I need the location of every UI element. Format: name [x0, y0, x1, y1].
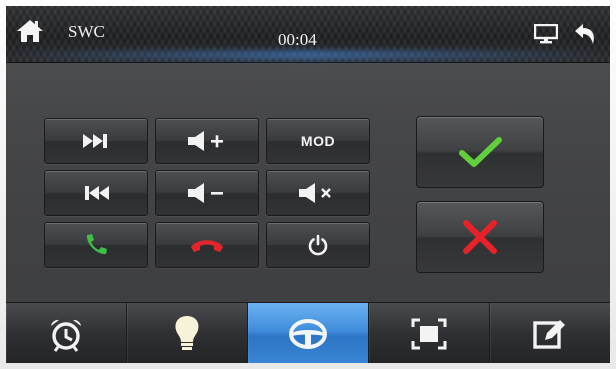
home-icon — [17, 20, 43, 42]
screen: SWC 00:04 MOD — [6, 6, 610, 363]
answer-call-icon — [86, 234, 107, 255]
status-bar: SWC 00:04 — [6, 6, 610, 63]
screen-icon — [533, 23, 559, 44]
screen-fit-icon — [411, 318, 447, 349]
cross-icon — [463, 220, 497, 254]
previous-track-button[interactable] — [44, 170, 148, 216]
page-title: SWC — [68, 22, 105, 41]
volume-down-button[interactable] — [155, 170, 259, 216]
tab-light[interactable] — [127, 303, 248, 363]
alarm-clock-icon — [51, 319, 81, 352]
cancel-button[interactable] — [416, 201, 544, 273]
home-button[interactable] — [16, 18, 44, 44]
confirm-button[interactable] — [416, 116, 544, 188]
previous-track-icon — [85, 186, 109, 200]
hang-up-icon — [191, 240, 223, 252]
next-track-button[interactable] — [44, 118, 148, 164]
mod-label: MOD — [300, 133, 336, 149]
back-button[interactable] — [572, 22, 598, 46]
power-button[interactable] — [266, 222, 370, 268]
steering-wheel-icon — [289, 318, 327, 349]
volume-down-icon — [188, 183, 223, 203]
hang-up-button[interactable] — [155, 222, 259, 268]
screen-button[interactable] — [533, 23, 559, 44]
back-arrow-icon — [575, 24, 594, 44]
power-icon — [308, 234, 328, 256]
mod-button[interactable]: MOD — [266, 118, 370, 164]
clock: 00:04 — [278, 30, 317, 49]
tab-screen-fit[interactable] — [369, 303, 490, 363]
tab-edit[interactable] — [490, 303, 610, 363]
bottom-dock — [6, 302, 610, 363]
next-track-icon — [83, 134, 107, 148]
edit-icon — [533, 319, 565, 349]
checkmark-icon — [459, 137, 502, 167]
volume-up-button[interactable] — [155, 118, 259, 164]
volume-up-icon — [188, 131, 223, 151]
tab-steering-wheel[interactable] — [248, 303, 369, 363]
mute-icon — [299, 183, 331, 203]
light-bulb-icon — [175, 315, 199, 350]
tab-alarm[interactable] — [6, 303, 127, 363]
mute-button[interactable] — [266, 170, 370, 216]
answer-call-button[interactable] — [44, 222, 148, 268]
